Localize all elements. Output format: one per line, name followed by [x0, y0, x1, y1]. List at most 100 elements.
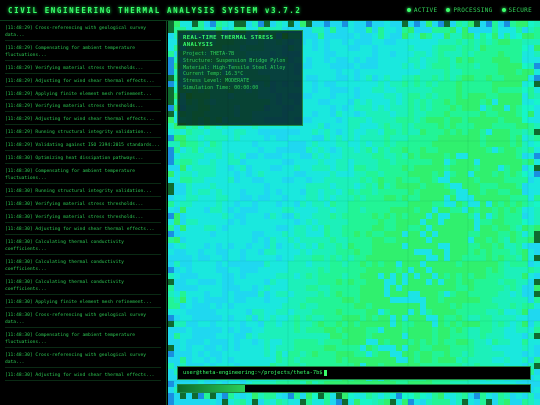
heat-cell [444, 219, 450, 225]
heat-cell [468, 249, 474, 255]
heat-cell [210, 297, 216, 303]
heat-cell [312, 189, 318, 195]
heat-cell [240, 135, 246, 141]
heat-cell [408, 279, 414, 285]
heat-cell [384, 135, 390, 141]
heat-cell [402, 87, 408, 93]
heat-cell [468, 213, 474, 219]
heat-cell [522, 75, 528, 81]
heat-cell [408, 93, 414, 99]
heat-cell [240, 321, 246, 327]
heat-cell [234, 273, 240, 279]
heat-cell [216, 315, 222, 321]
heat-cell [522, 207, 528, 213]
heat-cell [420, 81, 426, 87]
heat-cell [480, 141, 486, 147]
heat-cell [324, 351, 330, 357]
heat-cell [420, 393, 426, 399]
heat-cell [534, 63, 540, 69]
heat-cell [528, 51, 534, 57]
heat-cell [444, 357, 450, 363]
heat-cell [504, 75, 510, 81]
heat-cell [318, 81, 324, 87]
heat-cell [456, 291, 462, 297]
heat-cell [186, 165, 192, 171]
heat-cell [510, 291, 516, 297]
heat-cell [504, 99, 510, 105]
heat-cell [450, 141, 456, 147]
heat-cell [216, 255, 222, 261]
heat-cell [468, 135, 474, 141]
heat-cell [450, 177, 456, 183]
heat-cell [378, 129, 384, 135]
heat-cell [498, 93, 504, 99]
heat-cell [468, 393, 474, 399]
heat-cell [432, 63, 438, 69]
heat-cell [414, 99, 420, 105]
heat-cell [510, 213, 516, 219]
heat-cell [252, 165, 258, 171]
heat-cell [372, 75, 378, 81]
heat-cell [480, 261, 486, 267]
heat-cell [336, 297, 342, 303]
heat-cell [180, 273, 186, 279]
heat-cell [522, 171, 528, 177]
heat-cell [174, 309, 180, 315]
analysis-log-panel[interactable]: [11:48:29] Cross-referencing with geolog… [0, 21, 167, 405]
heat-cell [456, 87, 462, 93]
heat-cell [168, 255, 174, 261]
heat-cell [324, 285, 330, 291]
heat-cell [516, 339, 522, 345]
heat-cell [306, 153, 312, 159]
heat-cell [198, 255, 204, 261]
heat-cell [474, 45, 480, 51]
heat-cell [366, 195, 372, 201]
heat-cell [408, 147, 414, 153]
heat-cell [204, 177, 210, 183]
heat-cell [288, 333, 294, 339]
heat-cell [426, 327, 432, 333]
heat-cell [330, 237, 336, 243]
heat-cell [312, 315, 318, 321]
heat-cell [372, 315, 378, 321]
heat-cell [234, 285, 240, 291]
heat-cell [522, 267, 528, 273]
heat-cell [522, 57, 528, 63]
heat-cell [444, 123, 450, 129]
heat-cell [342, 87, 348, 93]
heat-cell [390, 279, 396, 285]
heat-cell [390, 321, 396, 327]
heat-cell [192, 321, 198, 327]
heat-cell [192, 249, 198, 255]
heat-cell [450, 327, 456, 333]
heat-cell [504, 177, 510, 183]
heat-cell [372, 279, 378, 285]
heat-cell [420, 33, 426, 39]
heat-cell [222, 285, 228, 291]
heat-cell [282, 267, 288, 273]
heat-cell [390, 45, 396, 51]
heat-cell [450, 111, 456, 117]
heat-cell [246, 141, 252, 147]
heat-cell [528, 189, 534, 195]
heat-cell [330, 141, 336, 147]
heat-cell [426, 273, 432, 279]
command-terminal[interactable]: user@theta-engineering:~/projects/theta-… [177, 366, 531, 380]
heat-cell [414, 117, 420, 123]
heat-cell [498, 279, 504, 285]
heat-cell [372, 219, 378, 225]
heat-cell [384, 255, 390, 261]
heat-cell [450, 195, 456, 201]
heat-cell [420, 21, 426, 27]
heat-cell [228, 201, 234, 207]
heat-cell [450, 135, 456, 141]
heat-cell [408, 303, 414, 309]
heat-cell [372, 267, 378, 273]
heat-cell [240, 351, 246, 357]
heat-cell [426, 123, 432, 129]
heat-cell [498, 123, 504, 129]
log-line: [11:48:30] Compensating for ambient temp… [5, 168, 161, 184]
heat-cell [192, 171, 198, 177]
heat-cell [528, 39, 534, 45]
heat-cell [216, 165, 222, 171]
